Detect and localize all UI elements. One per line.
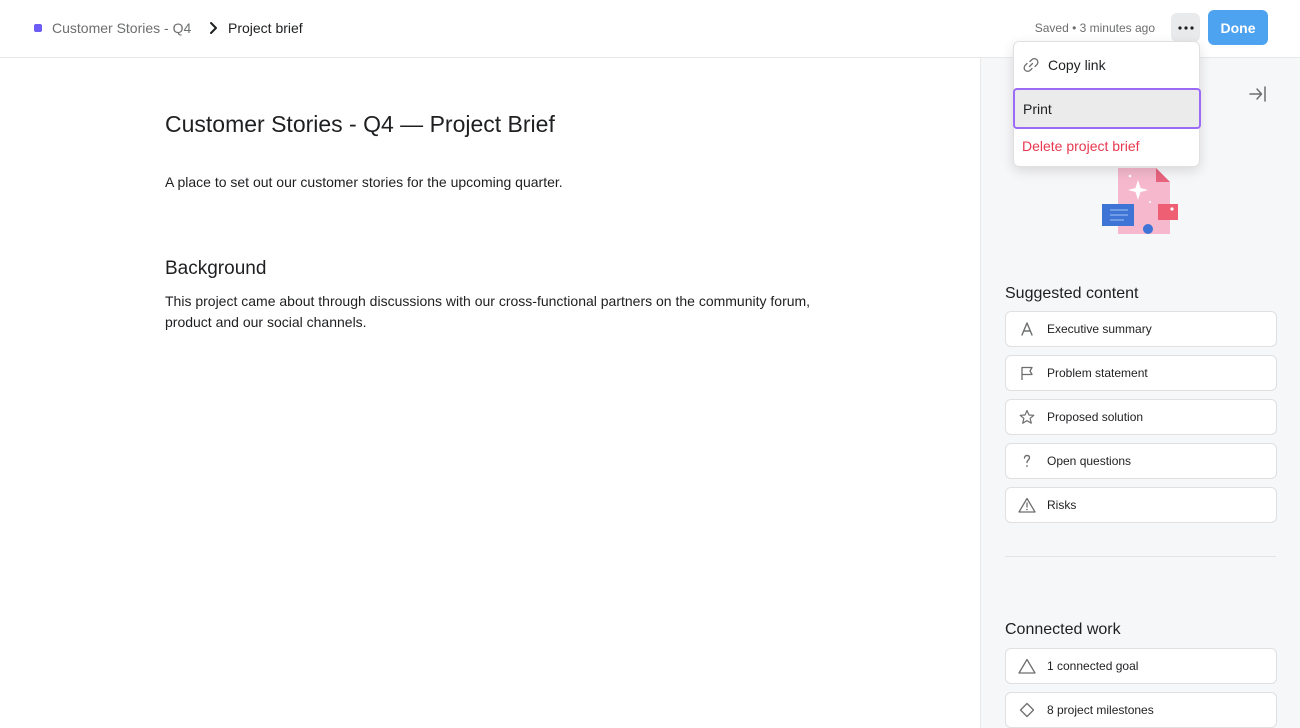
suggested-content-heading: Suggested content	[1005, 285, 1139, 302]
menu-item-label: Copy link	[1048, 56, 1106, 73]
project-milestones-item[interactable]: 8 project milestones	[1005, 692, 1277, 728]
document-intro[interactable]: A place to set out our customer stories …	[165, 173, 563, 191]
link-icon	[1022, 56, 1040, 74]
suggested-item-problem-statement[interactable]: Problem statement	[1005, 355, 1277, 391]
suggested-item-proposed-solution[interactable]: Proposed solution	[1005, 399, 1277, 435]
suggested-item-open-questions[interactable]: Open questions	[1005, 443, 1277, 479]
document-title[interactable]: Customer Stories - Q4 — Project Brief	[165, 110, 555, 138]
collapse-right-icon[interactable]	[1248, 85, 1268, 103]
save-status: Saved • 3 minutes ago	[1034, 21, 1155, 35]
suggested-item-label: Open questions	[1047, 454, 1132, 468]
breadcrumb-current-page: Project brief	[228, 20, 303, 36]
chevron-right-icon	[210, 22, 217, 34]
menu-item-print[interactable]: Print	[1013, 88, 1201, 129]
suggested-item-label: Proposed solution	[1047, 410, 1144, 424]
connected-item-label: 1 connected goal	[1047, 659, 1139, 673]
flag-icon	[1017, 363, 1037, 383]
star-icon	[1017, 407, 1037, 427]
menu-item-delete-project-brief[interactable]: Delete project brief	[1014, 127, 1199, 164]
suggested-item-risks[interactable]: Risks	[1005, 487, 1277, 523]
goal-triangle-icon	[1017, 656, 1037, 676]
more-options-button[interactable]	[1171, 13, 1200, 42]
section-body-background[interactable]: This project came about through discussi…	[165, 291, 825, 333]
connected-item-label: 8 project milestones	[1047, 703, 1154, 717]
project-color-dot	[34, 24, 42, 32]
menu-item-label: Delete project brief	[1022, 137, 1140, 154]
question-icon	[1017, 451, 1037, 471]
text-a-icon	[1017, 319, 1037, 339]
suggested-item-label: Executive summary	[1047, 322, 1152, 336]
more-options-menu: Copy link Print Delete project brief	[1013, 41, 1201, 167]
section-heading-background[interactable]: Background	[165, 257, 266, 281]
more-horizontal-icon	[1177, 25, 1194, 30]
menu-item-label: Print	[1023, 100, 1052, 117]
breadcrumb-project-link[interactable]: Customer Stories - Q4	[52, 19, 191, 37]
panel-divider	[1005, 556, 1276, 557]
connected-work-heading: Connected work	[1005, 621, 1121, 638]
milestone-diamond-icon	[1017, 700, 1037, 720]
document-illustration	[1102, 168, 1178, 234]
suggested-item-label: Problem statement	[1047, 366, 1148, 380]
menu-item-copy-link[interactable]: Copy link	[1014, 46, 1199, 83]
suggested-item-label: Risks	[1047, 498, 1077, 512]
connected-goal-item[interactable]: 1 connected goal	[1005, 648, 1277, 684]
done-button[interactable]: Done	[1208, 10, 1268, 45]
warning-icon	[1017, 495, 1037, 515]
suggested-item-executive-summary[interactable]: Executive summary	[1005, 311, 1277, 347]
